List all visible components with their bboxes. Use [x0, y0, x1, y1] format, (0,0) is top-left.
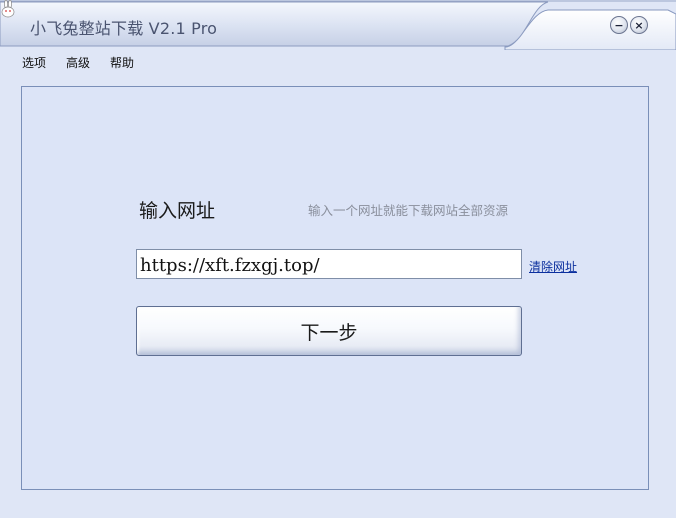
menu-advanced[interactable]: 高级 — [66, 54, 90, 71]
url-input[interactable] — [136, 249, 522, 279]
title-bar[interactable]: 小飞兔整站下载 V2.1 Pro − × — [0, 0, 676, 50]
rabbit-icon — [1, 0, 15, 18]
url-hint: 输入一个网址就能下载网站全部资源 — [308, 203, 509, 218]
minimize-button[interactable]: − — [610, 16, 628, 34]
clear-url-link[interactable]: 清除网址 — [529, 258, 577, 275]
close-button[interactable]: × — [630, 16, 648, 34]
main-panel — [21, 86, 649, 490]
url-label: 输入网址 — [139, 200, 216, 222]
window-title: 小飞兔整站下载 V2.1 Pro — [30, 19, 218, 38]
next-step-button[interactable]: 下一步 — [136, 306, 522, 356]
menu-options[interactable]: 选项 — [22, 54, 46, 71]
close-icon: × — [634, 18, 644, 32]
menu-bar: 选项 高级 帮助 — [0, 52, 676, 72]
minimize-icon: − — [614, 18, 624, 32]
menu-help[interactable]: 帮助 — [110, 54, 134, 71]
